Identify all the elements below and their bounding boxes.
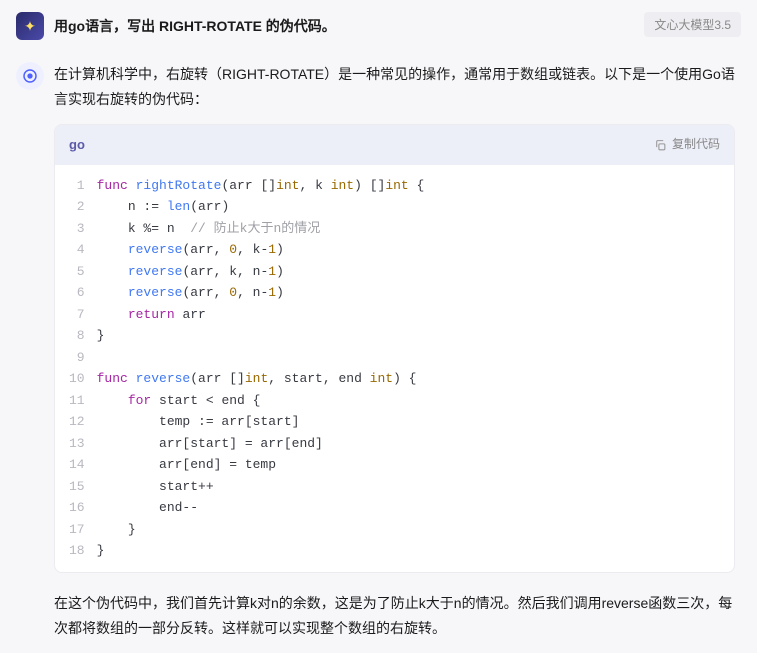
code-block: go 复制代码 1 2 3 4 5 6 7 8 9 10 11 12 13 14…	[54, 124, 735, 572]
chat-container: ✦ 用go语言，写出 RIGHT-ROTATE 的伪代码。 文心大模型3.5 在…	[0, 0, 757, 641]
code-header: go 复制代码	[55, 125, 734, 164]
user-avatar: ✦	[16, 12, 44, 40]
line-numbers: 1 2 3 4 5 6 7 8 9 10 11 12 13 14 15 16 1…	[55, 175, 97, 562]
code-body: 1 2 3 4 5 6 7 8 9 10 11 12 13 14 15 16 1…	[55, 165, 734, 572]
copy-code-button[interactable]: 复制代码	[654, 134, 720, 156]
copy-icon	[654, 139, 667, 152]
code-language-label: go	[69, 133, 85, 156]
user-prompt: 用go语言，写出 RIGHT-ROTATE 的伪代码。	[54, 12, 634, 36]
assistant-content: 在计算机科学中，右旋转（RIGHT-ROTATE）是一种常见的操作，通常用于数组…	[54, 62, 741, 653]
code-lines[interactable]: func rightRotate(arr []int, k int) []int…	[97, 175, 439, 562]
model-badge: 文心大模型3.5	[644, 12, 741, 37]
assistant-message-row: 在计算机科学中，右旋转（RIGHT-ROTATE）是一种常见的操作，通常用于数组…	[0, 44, 757, 653]
intro-paragraph: 在计算机科学中，右旋转（RIGHT-ROTATE）是一种常见的操作，通常用于数组…	[54, 62, 735, 112]
assistant-logo-icon	[22, 68, 38, 84]
outro-paragraph: 在这个伪代码中，我们首先计算k对n的余数，这是为了防止k大于n的情况。然后我们调…	[54, 591, 735, 641]
assistant-avatar	[16, 62, 44, 90]
copy-label: 复制代码	[672, 134, 720, 156]
user-message-row: ✦ 用go语言，写出 RIGHT-ROTATE 的伪代码。 文心大模型3.5	[0, 0, 757, 44]
